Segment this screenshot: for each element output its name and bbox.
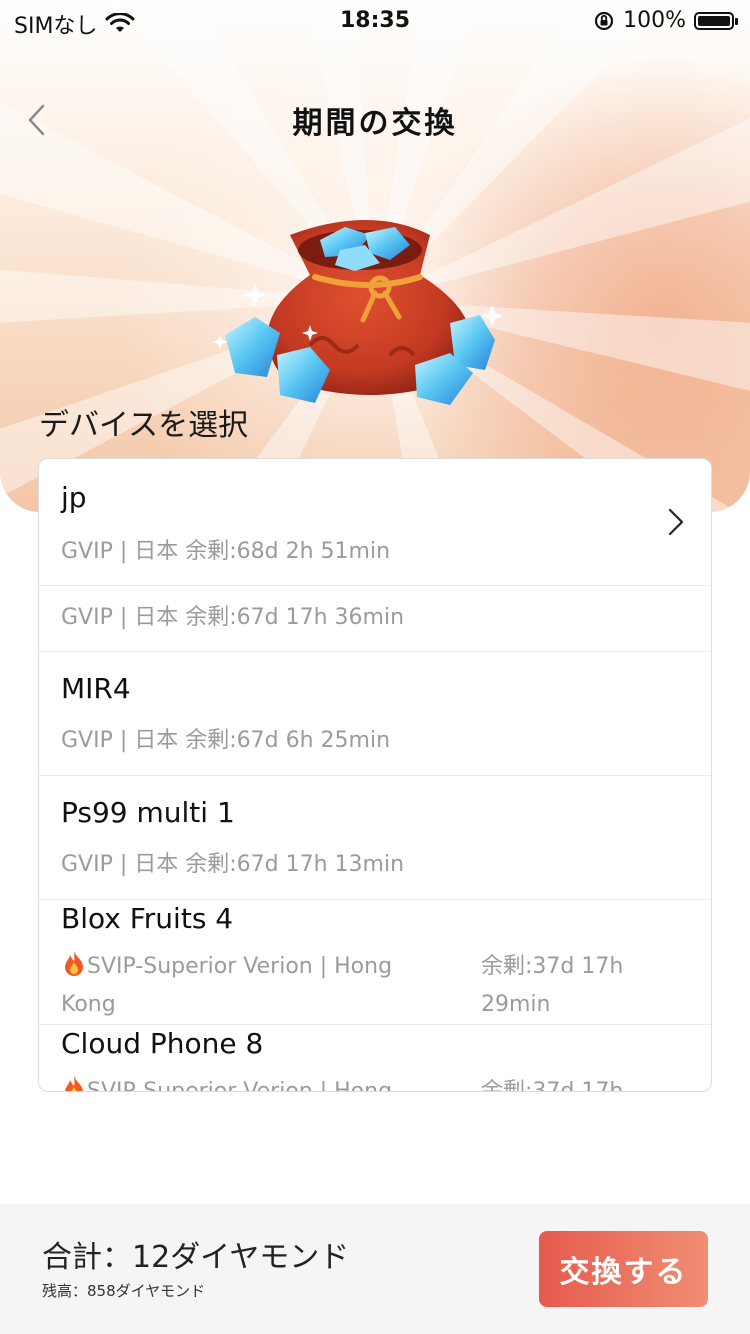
device-name: Cloud Phone 8 <box>61 1027 264 1060</box>
device-name: jp <box>61 481 87 514</box>
list-item[interactable]: Cloud Phone 8 SVIP-Superior Verion | Hon… <box>39 1025 711 1092</box>
device-meta-left: SVIP-Superior Verion | Hong Kong <box>61 948 461 1024</box>
device-region: Kong <box>61 992 116 1017</box>
total-label: 合計：12ダイヤモンド <box>42 1240 350 1275</box>
device-meta-left: SVIP-Superior Verion | Hong <box>61 1073 461 1092</box>
list-item[interactable]: Ps99 multi 1 GVIP | 日本 余剰:67d 17h 13min <box>39 776 711 900</box>
list-item[interactable]: MIR4 GVIP | 日本 余剰:67d 6h 25min <box>39 652 711 776</box>
diamond-bag-illustration <box>213 220 503 405</box>
device-meta: GVIP | 日本 余剰:68d 2h 51min <box>61 539 391 564</box>
list-item[interactable]: Blox Fruits 4 SVIP-Superior Verion | Hon… <box>39 900 711 1025</box>
device-meta: GVIP | 日本 余剰:67d 17h 13min <box>61 852 405 877</box>
orientation-lock-icon <box>594 11 614 30</box>
balance-label: 残高：858ダイヤモンド <box>42 1282 206 1300</box>
device-tier: SVIP-Superior Verion | Hong <box>87 1079 393 1092</box>
status-bar: SIMなし 18:35 100% <box>0 0 750 40</box>
device-list[interactable]: jp GVIP | 日本 余剰:68d 2h 51min GVIP | 日本 余… <box>38 458 712 1092</box>
device-meta-right: 余剰:37d 17h 29min <box>481 948 641 1024</box>
device-meta: SVIP-Superior Verion | Hong 余剰:37d 17h <box>61 1073 641 1092</box>
list-item[interactable]: jp GVIP | 日本 余剰:68d 2h 51min <box>39 459 711 586</box>
device-remaining-min: 29min <box>481 992 551 1017</box>
list-item[interactable]: GVIP | 日本 余剰:67d 17h 36min <box>39 586 711 652</box>
device-remaining: 余剰:37d 17h <box>481 954 624 979</box>
device-tier: SVIP-Superior Verion | Hong <box>87 954 393 979</box>
device-remaining: 余剰:37d 17h <box>481 1079 624 1092</box>
exchange-button[interactable]: 交換する <box>539 1231 708 1307</box>
battery-percent: 100% <box>623 8 686 33</box>
hero-banner: SIMなし 18:35 100% 期間の交換 デバイスを選択 <box>0 0 750 512</box>
checkout-bar: 合計：12ダイヤモンド 残高：858ダイヤモンド 交換する <box>0 1204 750 1334</box>
battery-icon <box>694 11 738 30</box>
device-meta: SVIP-Superior Verion | Hong Kong 余剰:37d … <box>61 948 641 1024</box>
device-name: Ps99 multi 1 <box>61 796 235 829</box>
page-title: 期間の交換 <box>292 106 458 141</box>
device-name: MIR4 <box>61 672 131 705</box>
device-meta: GVIP | 日本 余剰:67d 6h 25min <box>61 728 391 753</box>
device-name: Blox Fruits 4 <box>61 902 234 935</box>
chevron-right-icon <box>668 508 684 536</box>
status-right: 100% <box>593 8 738 33</box>
section-title: デバイスを選択 <box>39 408 249 443</box>
device-meta-right: 余剰:37d 17h <box>481 1073 641 1092</box>
fire-icon <box>65 951 83 976</box>
fire-icon <box>65 1076 83 1091</box>
device-meta: GVIP | 日本 余剰:67d 17h 36min <box>61 605 405 630</box>
